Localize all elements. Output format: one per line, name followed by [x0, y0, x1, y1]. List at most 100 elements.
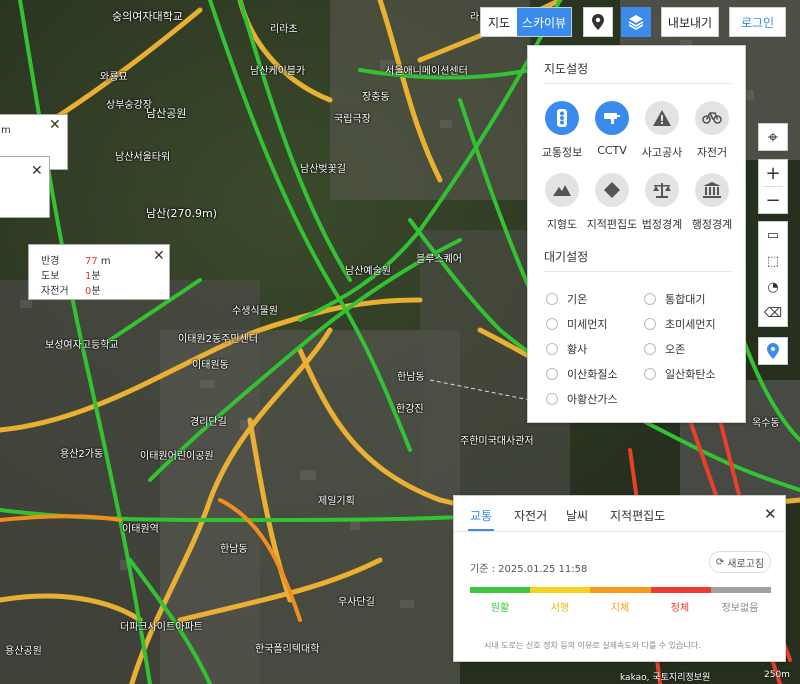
map-label: 남산서울타워 [115, 152, 171, 163]
government-icon [695, 173, 729, 207]
map-label: 남산벚꽃길 [300, 164, 346, 175]
traffic-info-panel: 교통 자전거 날씨 지적편집도 ✕ 기준 : 2025.01.25 11:58 … [453, 495, 786, 662]
map-label: 제일기획 [318, 496, 355, 507]
layers-button[interactable] [621, 7, 651, 37]
layer-admin-boundary[interactable]: 행정경계 [684, 173, 740, 232]
air-settings-title: 대기설정 [544, 250, 589, 264]
roadview-pin-icon[interactable] [759, 338, 787, 364]
scale-icon [645, 173, 679, 207]
refresh-button[interactable]: ⟳ 새로고침 [709, 551, 771, 573]
map-label: 경리단길 [190, 417, 227, 428]
distance-unit: 분 [91, 286, 101, 297]
area-icon[interactable]: ⬚ [759, 248, 787, 274]
distance-row: 도보 1분 [41, 267, 101, 282]
close-icon[interactable]: ✕ [31, 163, 43, 179]
map-label: 옥수동 [752, 418, 780, 429]
air-option-label: 이산화질소 [567, 368, 618, 381]
legend-label: 원활 [490, 603, 510, 614]
legend-slow [530, 587, 591, 593]
eraser-icon[interactable]: ⌫ [759, 300, 787, 326]
close-icon[interactable]: ✕ [764, 505, 777, 523]
cadastral-icon [595, 173, 629, 207]
air-option-label: 기온 [567, 293, 588, 306]
ruler-icon[interactable]: ▭ [759, 222, 787, 248]
legend-label: 서행 [550, 603, 570, 614]
radio-icon [546, 318, 558, 330]
traffic-timestamp: 기준 : 2025.01.25 11:58 [470, 564, 588, 575]
distance-row: 자전거 0분 [41, 282, 101, 297]
tab-bicycle[interactable]: 자전거 [514, 507, 547, 524]
location-pin-button[interactable] [583, 7, 613, 37]
radio-icon [546, 368, 558, 380]
export-button[interactable]: 내보내기 [661, 7, 719, 37]
traffic-tabs: 교통 자전거 날씨 지적편집도 ✕ [454, 496, 785, 532]
air-option-label: 초미세먼지 [665, 318, 716, 331]
distance-value: 77 [85, 256, 98, 267]
map-type-skyview-button[interactable]: 스카이뷰 [517, 8, 571, 36]
air-option-label: 황사 [567, 343, 588, 356]
map-label: 한강진 [396, 404, 424, 415]
map-label: 한국폴리텍대학 [255, 644, 320, 655]
air-option-label: 오존 [665, 343, 686, 356]
divider [544, 271, 731, 272]
layer-label: 행정경계 [691, 218, 733, 231]
layer-bicycle[interactable]: 자전거 [684, 101, 740, 160]
air-option-co[interactable]: 일산화탄소 [644, 366, 716, 382]
map-label: 한남동 [397, 372, 425, 383]
map-label: 한남동 [220, 544, 248, 555]
map-label: 남산예술원 [345, 266, 391, 277]
cctv-icon [595, 101, 629, 135]
layer-label: 자전거 [696, 146, 728, 159]
close-icon[interactable]: ✕ [49, 117, 61, 133]
map-label: 수생식물원 [232, 306, 278, 317]
radio-icon [546, 393, 558, 405]
map-label: 우사단길 [338, 597, 375, 608]
distance-key: 반경 [41, 256, 60, 267]
legend-jam [650, 587, 711, 593]
tab-traffic[interactable]: 교통 [470, 507, 492, 524]
map-type-map-button[interactable]: 지도 [481, 8, 517, 36]
zoom-out-icon[interactable]: − [759, 187, 787, 213]
air-option-so2[interactable]: 아황산가스 [546, 391, 618, 407]
map-settings-title: 지도설정 [544, 62, 589, 76]
login-button[interactable]: 로그인 [729, 7, 786, 37]
traffic-light-icon [545, 101, 579, 135]
distance-unit: m [100, 256, 111, 267]
radio-icon [546, 293, 558, 305]
crosshair-icon[interactable]: ⌖ [759, 124, 787, 150]
traffic-legend-bar [470, 587, 772, 593]
air-option-cai[interactable]: 통합대기 [644, 291, 705, 307]
radius-icon[interactable]: ◔ [759, 274, 787, 300]
air-option-label: 미세먼지 [567, 318, 608, 331]
zoom-control: + − [758, 159, 788, 214]
radio-icon [644, 343, 656, 355]
air-option-pm25[interactable]: 초미세먼지 [644, 316, 716, 332]
legend-label: 지체 [610, 603, 630, 614]
map-label: 용산공원 [5, 646, 42, 657]
legend-delay [590, 587, 651, 593]
measure-text: m [1, 125, 11, 136]
roadview-control [758, 337, 788, 365]
air-option-label: 통합대기 [665, 293, 706, 306]
close-icon[interactable]: ✕ [153, 248, 165, 264]
air-option-yellow-dust[interactable]: 황사 [546, 341, 587, 357]
traffic-notice: 시내 도로는 신호 정차 등의 이유로 실제속도와 다를 수 있습니다. [484, 641, 701, 650]
tab-underline [468, 529, 494, 531]
tab-weather[interactable]: 날씨 [566, 507, 588, 524]
air-option-ozone[interactable]: 오존 [644, 341, 685, 357]
my-location-control: ⌖ [758, 123, 788, 151]
map-label: 국립극장 [334, 114, 371, 125]
map-label: 주한미국대사관저 [460, 436, 534, 447]
bicycle-icon [695, 101, 729, 135]
zoom-in-icon[interactable]: + [759, 160, 787, 186]
map-type-toggle: 지도 스카이뷰 [480, 7, 572, 37]
radio-icon [546, 343, 558, 355]
tab-cadastral[interactable]: 지적편집도 [610, 507, 665, 524]
air-option-no2[interactable]: 이산화질소 [546, 366, 618, 382]
legend-smooth [470, 587, 531, 593]
air-option-temperature[interactable]: 기온 [546, 291, 587, 307]
air-option-pm10[interactable]: 미세먼지 [546, 316, 607, 332]
map-label: 남산(270.9m) [146, 207, 218, 220]
distance-unit: 분 [91, 271, 101, 282]
distance-row: 반경 77 m [41, 252, 111, 267]
